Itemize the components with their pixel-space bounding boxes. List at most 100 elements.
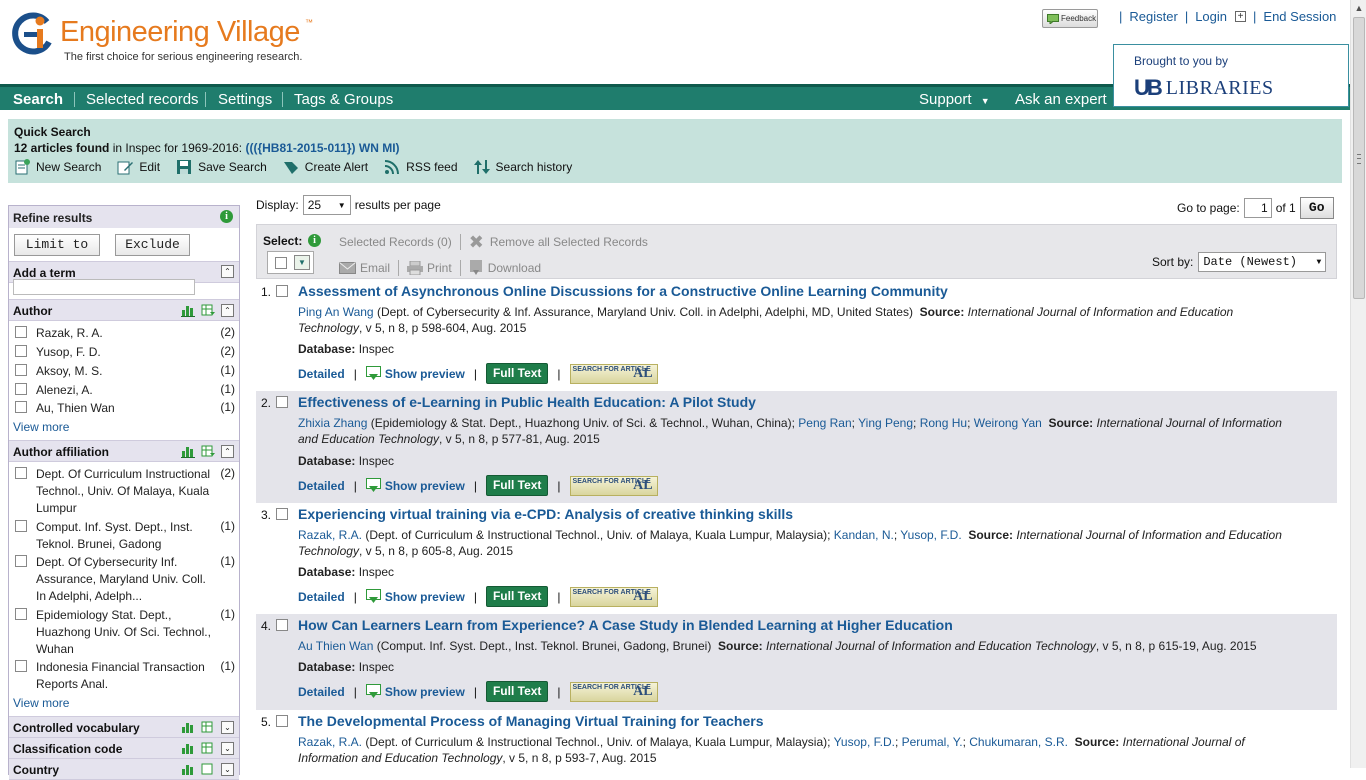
- go-button[interactable]: Go: [1299, 197, 1334, 219]
- results-per-page-select[interactable]: 25 ▼: [302, 195, 351, 215]
- register-link[interactable]: Register: [1129, 9, 1177, 24]
- result-title-link[interactable]: Experiencing virtual training via e-CPD:…: [298, 506, 793, 522]
- facet-checkbox[interactable]: [15, 660, 27, 672]
- show-preview-link[interactable]: Show preview: [365, 589, 465, 604]
- nav-tags-groups[interactable]: Tags & Groups: [294, 91, 393, 108]
- nav-search[interactable]: Search: [13, 91, 63, 108]
- facet-checkbox[interactable]: [15, 520, 27, 532]
- author-link[interactable]: Ping An Wang: [298, 305, 374, 319]
- collapse-up-icon[interactable]: ⌃: [221, 265, 234, 278]
- author-link[interactable]: Chukumaran, S.R.: [969, 735, 1068, 749]
- bar-chart-icon[interactable]: [181, 720, 195, 734]
- detailed-link[interactable]: Detailed: [298, 590, 345, 604]
- select-all-checkbox[interactable]: [275, 257, 287, 269]
- full-text-button[interactable]: Full Text: [485, 363, 549, 384]
- sort-select[interactable]: Date (Newest) ▼: [1198, 252, 1327, 272]
- search-for-article-button[interactable]: SEARCH FOR ARTICLE AL: [569, 475, 658, 496]
- author-link[interactable]: Yusop, F.D.: [834, 735, 895, 749]
- remove-all-selected-button[interactable]: Remove all Selected Records: [490, 235, 648, 249]
- facet-checkbox[interactable]: [15, 467, 27, 479]
- author-link[interactable]: Perumal, Y.: [902, 735, 963, 749]
- page-scrollbar[interactable]: ▲: [1350, 0, 1366, 768]
- facet-checkbox[interactable]: [15, 326, 27, 338]
- engineering-village-logo-icon[interactable]: [11, 12, 57, 58]
- show-preview-link[interactable]: Show preview: [365, 366, 465, 381]
- search-for-article-button[interactable]: SEARCH FOR ARTICLE AL: [569, 681, 658, 702]
- export-table-icon[interactable]: [201, 444, 215, 458]
- result-title-link[interactable]: The Developmental Process of Managing Vi…: [298, 713, 764, 729]
- rss-feed-button[interactable]: RSS feed: [384, 159, 458, 175]
- scrollbar-thumb[interactable]: [1353, 17, 1365, 299]
- nav-support[interactable]: Support ▼: [919, 91, 990, 108]
- limit-to-button[interactable]: Limit to: [14, 234, 100, 256]
- detailed-link[interactable]: Detailed: [298, 367, 345, 381]
- author-link[interactable]: Razak, R.A.: [298, 528, 362, 542]
- country-header[interactable]: Country ⌄: [9, 758, 239, 780]
- bar-chart-icon[interactable]: [181, 741, 195, 755]
- author-link[interactable]: Au Thien Wan: [298, 639, 373, 653]
- facet-checkbox[interactable]: [15, 608, 27, 620]
- result-checkbox[interactable]: [276, 285, 288, 297]
- collapse-up-icon[interactable]: ⌃: [221, 303, 234, 317]
- author-link[interactable]: Rong Hu: [920, 416, 967, 430]
- author-link[interactable]: Peng Ran: [798, 416, 851, 430]
- detailed-link[interactable]: Detailed: [298, 479, 345, 493]
- show-preview-link[interactable]: Show preview: [365, 478, 465, 493]
- result-title-link[interactable]: Effectiveness of e-Learning in Public He…: [298, 394, 756, 410]
- bar-chart-icon[interactable]: [181, 762, 195, 776]
- end-session-link[interactable]: End Session: [1263, 9, 1336, 24]
- result-checkbox[interactable]: [276, 715, 288, 727]
- facet-checkbox[interactable]: [15, 383, 27, 395]
- goto-page-input[interactable]: 1: [1243, 198, 1272, 218]
- full-text-button[interactable]: Full Text: [485, 681, 549, 702]
- full-text-button[interactable]: Full Text: [485, 586, 549, 607]
- expand-down-icon[interactable]: ⌄: [221, 762, 234, 776]
- add-term-input[interactable]: [13, 279, 195, 295]
- new-search-button[interactable]: New Search: [14, 159, 101, 175]
- print-button[interactable]: Print: [427, 261, 452, 275]
- bar-chart-icon[interactable]: [181, 444, 195, 458]
- facet-checkbox[interactable]: [15, 401, 27, 413]
- feedback-button[interactable]: Feedback: [1042, 9, 1098, 28]
- logo-text[interactable]: Engineering Village: [60, 16, 300, 49]
- search-query-link[interactable]: ((({HB81-2015-011}) WN MI): [245, 141, 399, 155]
- facet-checkbox[interactable]: [15, 345, 27, 357]
- author-link[interactable]: Ying Peng: [858, 416, 913, 430]
- select-all-dropdown[interactable]: ▼: [267, 251, 314, 274]
- show-preview-link[interactable]: Show preview: [365, 684, 465, 699]
- expand-down-icon[interactable]: ⌄: [221, 720, 234, 734]
- classification-code-header[interactable]: Classification code ⌄: [9, 737, 239, 759]
- detailed-link[interactable]: Detailed: [298, 685, 345, 699]
- selected-records-count[interactable]: Selected Records (0): [339, 235, 452, 249]
- result-checkbox[interactable]: [276, 396, 288, 408]
- export-table-icon[interactable]: [201, 303, 215, 317]
- author-view-more-link[interactable]: View more: [13, 420, 69, 434]
- author-link[interactable]: Weirong Yan: [974, 416, 1042, 430]
- info-icon[interactable]: i: [220, 210, 233, 223]
- facet-checkbox[interactable]: [15, 555, 27, 567]
- exclude-button[interactable]: Exclude: [115, 234, 190, 256]
- save-search-button[interactable]: Save Search: [176, 159, 267, 175]
- affiliation-view-more-link[interactable]: View more: [13, 696, 69, 710]
- nav-ask-expert[interactable]: Ask an expert: [1015, 91, 1107, 108]
- expand-down-icon[interactable]: ⌄: [221, 741, 234, 755]
- bar-chart-icon[interactable]: [181, 303, 195, 317]
- author-link[interactable]: Razak, R.A.: [298, 735, 362, 749]
- edit-search-button[interactable]: Edit: [117, 159, 160, 175]
- collapse-up-icon[interactable]: ⌃: [221, 444, 234, 458]
- result-title-link[interactable]: Assessment of Asynchronous Online Discus…: [298, 283, 948, 299]
- login-expand-icon[interactable]: +: [1235, 11, 1247, 22]
- download-button[interactable]: Download: [488, 261, 541, 275]
- search-for-article-button[interactable]: SEARCH FOR ARTICLE AL: [569, 363, 658, 384]
- author-link[interactable]: Zhixia Zhang: [298, 416, 367, 430]
- nav-selected-records[interactable]: Selected records: [86, 91, 199, 108]
- login-link[interactable]: Login: [1195, 9, 1227, 24]
- result-checkbox[interactable]: [276, 508, 288, 520]
- export-table-icon[interactable]: [201, 720, 215, 734]
- facet-checkbox[interactable]: [15, 364, 27, 376]
- author-link[interactable]: Yusop, F.D.: [900, 528, 961, 542]
- search-history-button[interactable]: Search history: [473, 159, 572, 175]
- result-title-link[interactable]: How Can Learners Learn from Experience? …: [298, 617, 953, 633]
- nav-settings[interactable]: Settings: [218, 91, 272, 108]
- full-text-button[interactable]: Full Text: [485, 475, 549, 496]
